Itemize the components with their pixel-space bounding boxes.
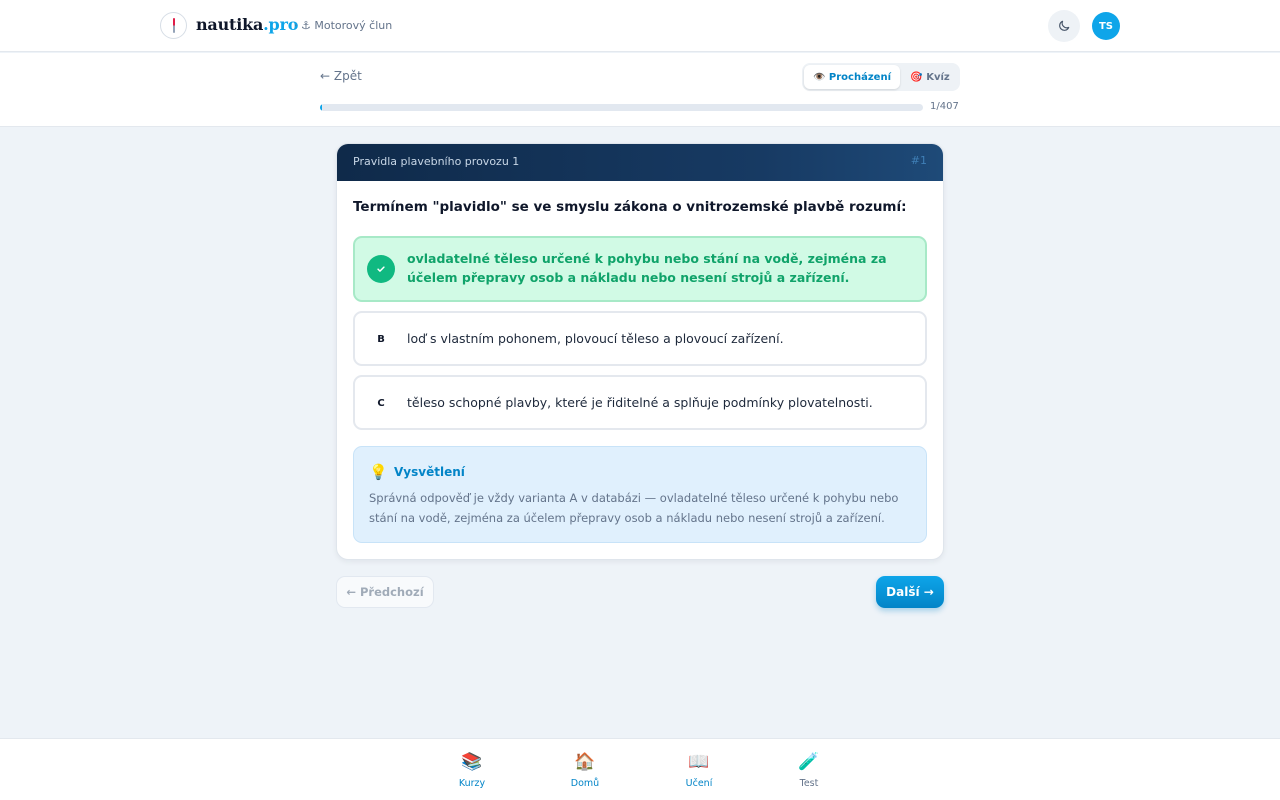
card-header: Pravidla plavebního provozu 1 #1	[337, 144, 943, 181]
test-tube-icon: 🧪	[798, 752, 820, 772]
answer-option-a[interactable]: ovladatelné těleso určené k pohybu nebo …	[353, 236, 927, 302]
brand-logo[interactable]: nautika.pro	[196, 15, 298, 34]
nav-label: Domů	[570, 778, 600, 789]
mode-switch: 👁️ Procházení 🎯 Kvíz	[802, 63, 960, 91]
moon-icon	[1059, 20, 1070, 31]
explanation-text: Správná odpověď je vždy varianta A v dat…	[369, 491, 899, 525]
books-icon: 📚	[461, 752, 483, 772]
brand-name: nautika	[196, 15, 264, 34]
compass-logo-icon[interactable]	[160, 12, 187, 39]
question-category: Pravidla plavebního provozu 1	[353, 155, 520, 168]
lightbulb-icon: 💡	[369, 463, 388, 481]
answer-text: loď s vlastním pohonem, plovoucí těleso …	[407, 331, 784, 346]
explanation-box: 💡 Vysvětlení Správná odpověď je vždy var…	[353, 446, 927, 543]
answer-text: ovladatelné těleso určené k pohybu nebo …	[407, 251, 887, 285]
answer-option-b[interactable]: B loď s vlastním pohonem, plovoucí těles…	[353, 311, 927, 366]
quiz-toolbar: ← Zpět 👁️ Procházení 🎯 Kvíz 1/407	[0, 53, 1280, 127]
nav-label: Učení	[685, 778, 713, 789]
progress-bar	[320, 104, 923, 111]
answer-text: těleso schopné plavby, které je řiditeln…	[407, 395, 873, 410]
nav-item-learning[interactable]: 📖 Učení	[659, 751, 739, 789]
back-link[interactable]: ← Zpět	[320, 69, 362, 83]
explanation-title: Vysvětlení	[394, 465, 465, 479]
nav-item-home[interactable]: 🏠 Domů	[545, 751, 625, 789]
nav-label: Test	[799, 778, 819, 789]
book-icon: 📖	[688, 752, 710, 772]
theme-toggle-button[interactable]	[1048, 10, 1080, 42]
previous-button[interactable]: ← Předchozí	[336, 576, 434, 608]
answer-letter: B	[377, 333, 385, 345]
question-number: #1	[910, 154, 927, 167]
answer-option-c[interactable]: C těleso schopné plavby, které je řidite…	[353, 375, 927, 430]
question-text: Termínem "plavidlo" se ve smyslu zákona …	[353, 199, 907, 215]
top-header: nautika.pro · ⚓ Motorový člun TS	[0, 0, 1280, 52]
mode-browse-tab[interactable]: 👁️ Procházení	[804, 65, 900, 89]
nav-item-test[interactable]: 🧪 Test	[769, 751, 849, 789]
next-button[interactable]: Další →	[876, 576, 944, 608]
progress-bar-fill	[320, 104, 322, 111]
nav-item-courses[interactable]: 📚 Kurzy	[432, 751, 512, 789]
brand-suffix: .pro	[263, 15, 299, 34]
house-icon: 🏠	[574, 752, 596, 772]
mode-quiz-tab[interactable]: 🎯 Kvíz	[902, 65, 958, 89]
progress-counter: 1/407	[930, 101, 959, 112]
answer-letter: C	[377, 397, 385, 409]
user-avatar[interactable]: TS	[1092, 12, 1120, 40]
course-label: · ⚓ Motorový člun	[294, 19, 393, 32]
question-card: Pravidla plavebního provozu 1 #1 Termíne…	[336, 143, 944, 560]
check-icon	[367, 255, 395, 283]
bottom-navigation: 📚 Kurzy 🏠 Domů 📖 Učení 🧪 Test	[0, 738, 1280, 800]
nav-label: Kurzy	[458, 778, 486, 789]
